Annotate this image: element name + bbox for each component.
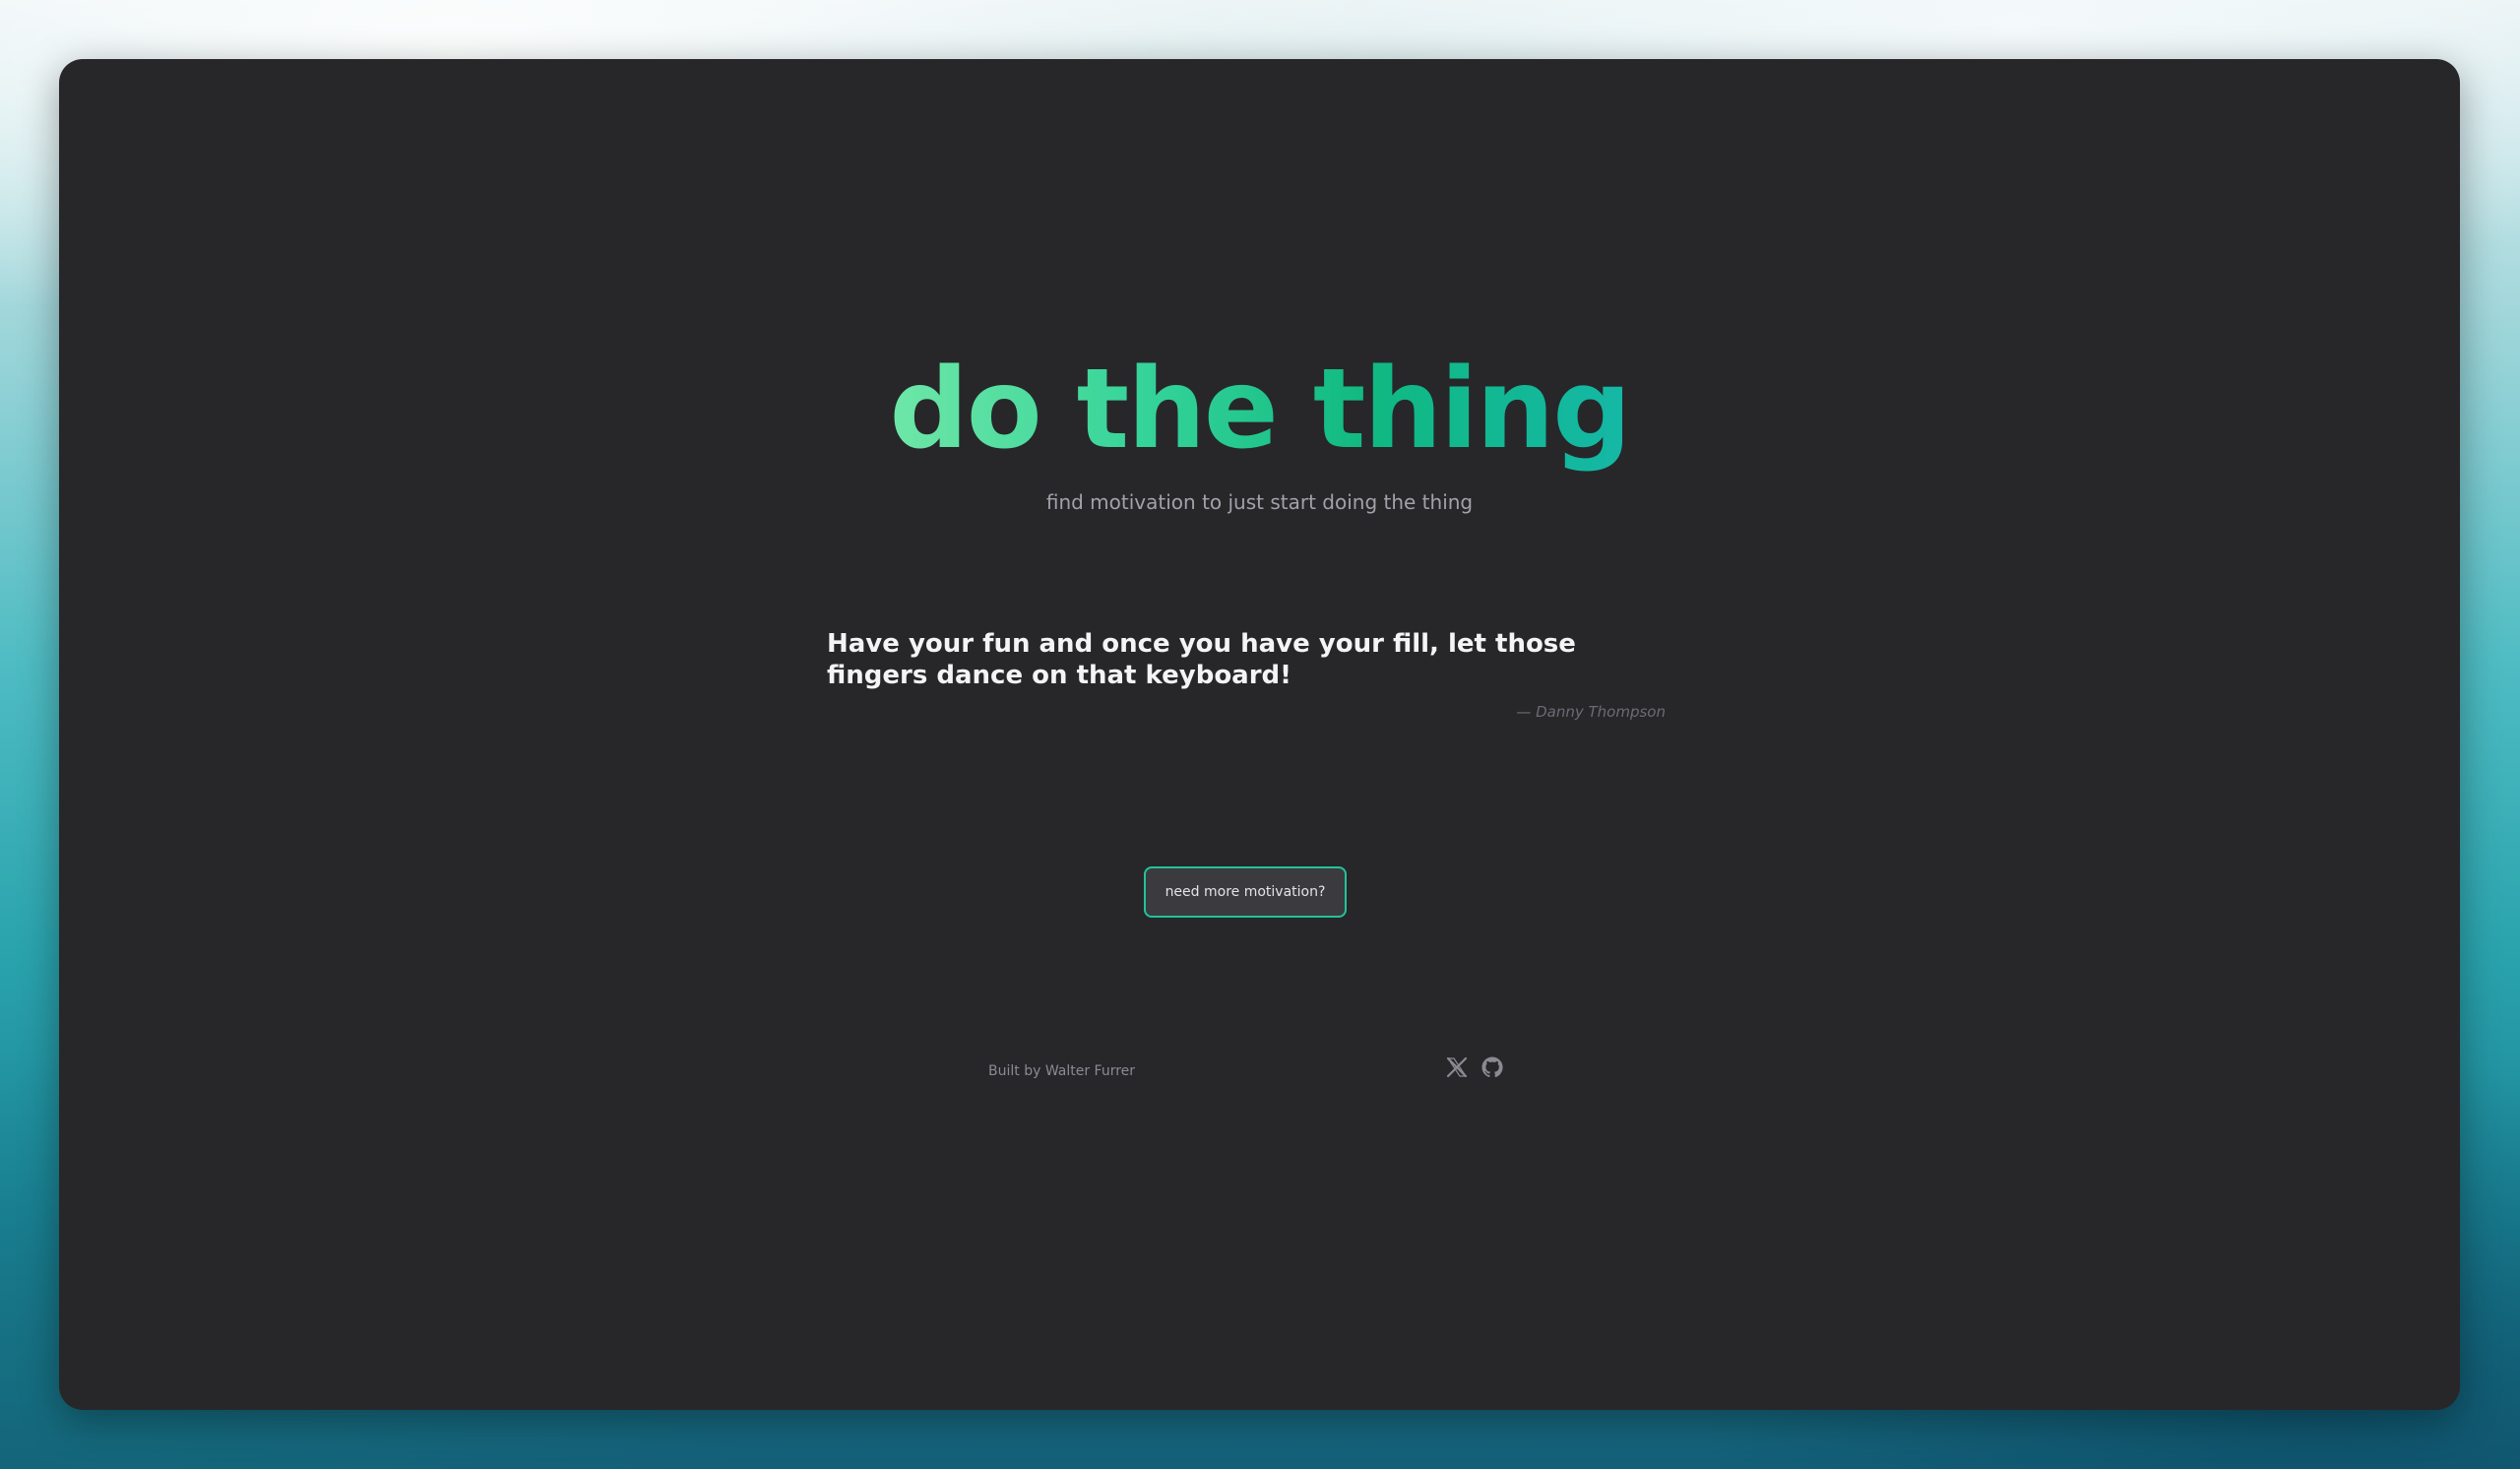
- page-title: do the thing: [59, 354, 2460, 465]
- footer-credit: Built by Walter Furrer: [988, 1063, 1136, 1079]
- app-window: do the thing find motivation to just sta…: [59, 59, 2460, 1410]
- x-twitter-icon: [1446, 1056, 1468, 1078]
- page-subtitle: find motivation to just start doing the …: [1045, 490, 1474, 514]
- footer-social-links: [1445, 1055, 1504, 1079]
- github-link[interactable]: [1480, 1055, 1504, 1079]
- quote-author: — Danny Thompson: [1516, 703, 1666, 721]
- x-twitter-link[interactable]: [1445, 1055, 1469, 1079]
- github-icon: [1481, 1056, 1503, 1078]
- need-more-motivation-button[interactable]: need more motivation?: [1144, 866, 1347, 918]
- quote-card: Have your fun and once you have your fil…: [827, 628, 1666, 721]
- quote-text: Have your fun and once you have your fil…: [827, 629, 1576, 690]
- page-title-text: do the thing: [889, 346, 1632, 474]
